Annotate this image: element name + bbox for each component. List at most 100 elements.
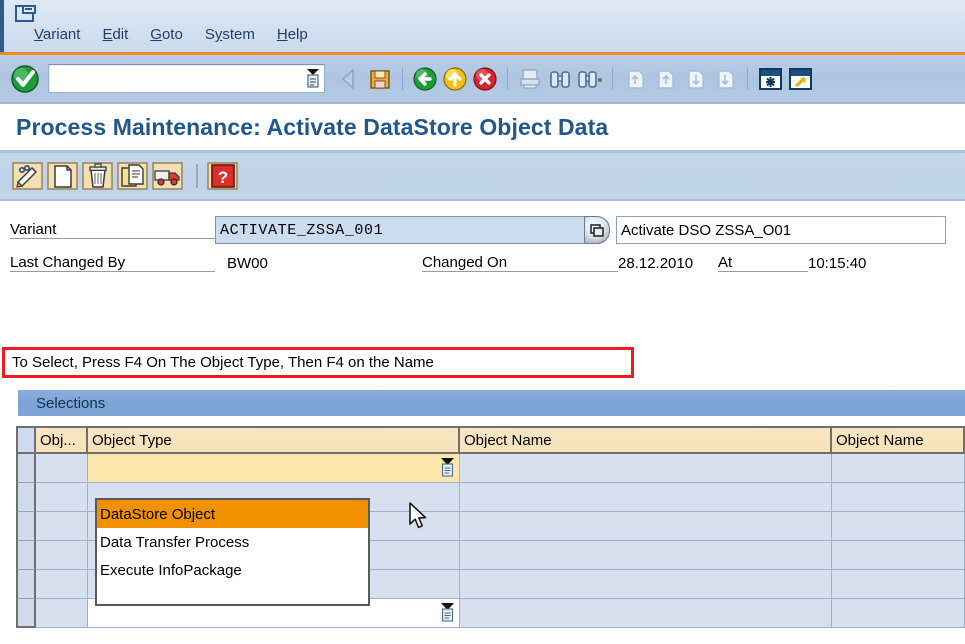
cell-object-name-1[interactable] [460, 512, 832, 541]
variant-row: Variant [10, 216, 946, 244]
yellow-exit-icon[interactable] [441, 64, 469, 94]
help-question-icon[interactable]: ? [207, 160, 239, 192]
create-session-icon[interactable] [756, 64, 784, 94]
table-select-all-header[interactable] [16, 426, 36, 454]
last-changed-row: Last Changed By BW00 Changed On 28.12.20… [10, 254, 866, 272]
menu-help[interactable]: Help [277, 26, 308, 43]
column-header-object-name-2[interactable]: Object Name [832, 426, 965, 454]
print-icon [516, 64, 544, 94]
cell-object-type-input[interactable] [88, 454, 460, 483]
menu-edit[interactable]: Edit [102, 26, 128, 43]
find-next-icon[interactable] [576, 64, 604, 94]
back-arrow-icon [336, 64, 364, 94]
cell-object-name-1[interactable] [460, 570, 832, 599]
menu-goto[interactable]: Goto [150, 26, 183, 43]
create-shortcut-icon[interactable] [786, 64, 814, 94]
selections-bar-gutter [0, 390, 18, 416]
table-row[interactable] [0, 454, 965, 483]
cell-object-name-1[interactable] [460, 541, 832, 570]
green-check-enter-icon[interactable] [8, 62, 42, 96]
cell-obj[interactable] [36, 483, 88, 512]
cell-obj[interactable] [36, 454, 88, 483]
row-gutter [0, 454, 16, 483]
selections-title: Selections [36, 395, 105, 412]
toolbar-separator [747, 68, 748, 90]
variant-label: Variant [10, 221, 215, 239]
menu-system[interactable]: System [205, 26, 255, 43]
cell-object-name-2[interactable] [832, 541, 965, 570]
cell-object-name-2[interactable] [832, 570, 965, 599]
cell-object-name-1[interactable] [460, 483, 832, 512]
row-selector[interactable] [16, 541, 36, 570]
cell-object-name-2[interactable] [832, 483, 965, 512]
find-binoculars-icon[interactable] [546, 64, 574, 94]
dropdown-option-execute-infopackage[interactable]: Execute InfoPackage [97, 556, 368, 584]
row-selector[interactable] [16, 599, 36, 628]
page-title: Process Maintenance: Activate DataStore … [16, 114, 608, 141]
cell-object-name-1[interactable] [460, 454, 832, 483]
variant-input[interactable] [215, 216, 585, 244]
cell-value-help-icon[interactable] [440, 458, 455, 477]
next-page-icon [681, 64, 709, 94]
svg-text:?: ? [218, 168, 228, 187]
cell-object-name-1[interactable] [460, 599, 832, 628]
matchcode-search-help-icon[interactable] [584, 216, 610, 244]
cell-object-name-2[interactable] [832, 512, 965, 541]
column-header-object-type[interactable]: Object Type [88, 426, 460, 454]
cell-value-help-icon[interactable] [440, 603, 455, 622]
object-type-dropdown-list[interactable]: DataStore Object Data Transfer Process E… [95, 498, 370, 606]
new-document-icon[interactable] [47, 160, 79, 192]
red-cancel-icon[interactable] [471, 64, 499, 94]
transport-truck-icon[interactable] [152, 160, 184, 192]
row-selector[interactable] [16, 512, 36, 541]
column-header-object-name-1[interactable]: Object Name [460, 426, 832, 454]
dropdown-option-data-transfer-process[interactable]: Data Transfer Process [97, 528, 368, 556]
window-control-icon[interactable] [14, 4, 38, 24]
at-label: At [718, 254, 808, 272]
variant-description-input[interactable] [616, 216, 946, 244]
command-field[interactable] [48, 64, 325, 93]
last-page-icon [711, 64, 739, 94]
sap-gui-window: Variant Edit Goto System Help [0, 0, 965, 644]
toolbar-separator [612, 68, 613, 90]
display-change-icon[interactable] [12, 160, 44, 192]
selections-group-header: Selections [18, 390, 965, 416]
delete-trash-icon[interactable] [82, 160, 114, 192]
changed-on-label: Changed On [422, 254, 618, 272]
instruction-message-box: To Select, Press F4 On The Object Type, … [2, 347, 634, 378]
variant-form: Variant Last Changed By BW00 Changed On … [0, 201, 965, 323]
cell-obj[interactable] [36, 599, 88, 628]
row-gutter [0, 541, 16, 570]
save-disk-icon[interactable] [366, 64, 394, 94]
toolbar-separator [402, 68, 403, 90]
table-gutter-header [0, 426, 16, 454]
row-gutter [0, 599, 16, 628]
toolbar-separator [507, 68, 508, 90]
menu-variant[interactable]: Variant [34, 26, 80, 43]
green-back-icon[interactable] [411, 64, 439, 94]
app-toolbar-separator [196, 164, 198, 188]
copy-icon[interactable] [117, 160, 149, 192]
changed-on-value: 28.12.2010 [618, 255, 718, 272]
last-changed-by-value: BW00 [215, 255, 422, 272]
row-selector[interactable] [16, 570, 36, 599]
cell-object-name-2[interactable] [832, 599, 965, 628]
command-input[interactable] [52, 67, 296, 92]
row-selector[interactable] [16, 483, 36, 512]
cell-obj[interactable] [36, 512, 88, 541]
row-selector[interactable] [16, 454, 36, 483]
column-header-obj[interactable]: Obj... [36, 426, 88, 454]
instruction-message-text: To Select, Press F4 On The Object Type, … [12, 354, 434, 371]
dropdown-option-datastore-object[interactable]: DataStore Object [97, 500, 368, 528]
last-changed-by-label: Last Changed By [10, 254, 215, 272]
cell-object-name-2[interactable] [832, 454, 965, 483]
command-history-dropdown-icon[interactable] [305, 68, 321, 88]
command-toolbar [0, 55, 965, 102]
previous-page-icon [651, 64, 679, 94]
menu-bar: Variant Edit Goto System Help [0, 0, 965, 52]
row-gutter [0, 483, 16, 512]
cell-obj[interactable] [36, 570, 88, 599]
table-header-row: Obj... Object Type Object Name Object Na… [0, 426, 965, 454]
first-page-icon [621, 64, 649, 94]
cell-obj[interactable] [36, 541, 88, 570]
